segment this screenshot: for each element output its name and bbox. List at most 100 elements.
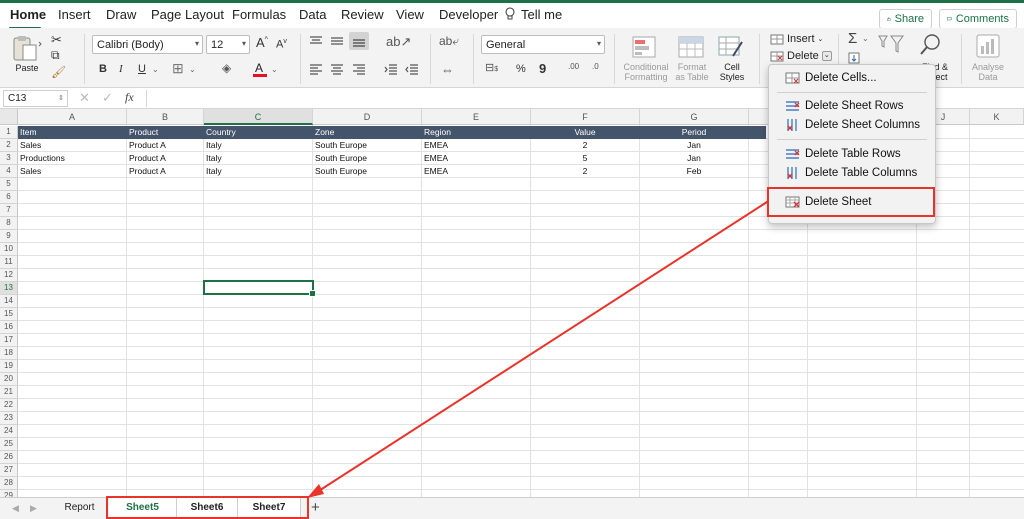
row-header[interactable]: 10	[0, 243, 18, 256]
row-header[interactable]: 7	[0, 204, 18, 217]
row-header[interactable]: 22	[0, 399, 18, 412]
align-center-icon[interactable]	[330, 63, 344, 78]
analyse-icon[interactable]	[976, 34, 1000, 61]
row-header[interactable]: 14	[0, 295, 18, 308]
name-box[interactable]: C13 ⇕	[3, 90, 68, 107]
conditional-formatting-label[interactable]: Conditional Formatting	[620, 62, 672, 82]
table-cell[interactable]: Italy	[204, 139, 312, 152]
align-middle-icon[interactable]	[330, 35, 344, 50]
row-header[interactable]: 9	[0, 230, 18, 243]
outdent-icon[interactable]	[405, 63, 419, 78]
tab-home[interactable]: Home	[10, 7, 46, 22]
row-header[interactable]: 21	[0, 386, 18, 399]
tab-formulas[interactable]: Formulas	[232, 7, 286, 22]
indent-icon[interactable]	[384, 63, 398, 78]
row-header[interactable]: 27	[0, 464, 18, 477]
table-cell[interactable]: EMEA	[422, 165, 530, 178]
menu-item-delete-cells[interactable]: Delete Cells...	[769, 69, 935, 87]
column-header-d[interactable]: D	[313, 109, 422, 125]
table-cell[interactable]: EMEA	[422, 152, 530, 165]
menu-item-delete-table-rows[interactable]: Delete Table Rows	[769, 145, 935, 163]
comma-button[interactable]: 9	[539, 62, 546, 75]
currency-button[interactable]: ⊟$	[485, 63, 498, 74]
column-header-g[interactable]: G	[640, 109, 749, 125]
delete-button[interactable]: Delete ⌄	[770, 50, 832, 62]
row-header[interactable]: 16	[0, 321, 18, 334]
chevron-left-icon[interactable]: ◀	[12, 503, 19, 514]
decrease-decimal-button[interactable]: .0	[592, 63, 599, 71]
sort-filter-icon[interactable]	[877, 34, 905, 59]
header-cell-region[interactable]: Region	[422, 126, 530, 139]
row-header[interactable]: 28	[0, 477, 18, 490]
row-header[interactable]: 19	[0, 360, 18, 373]
table-cell[interactable]: South Europe	[313, 139, 421, 152]
cut-icon[interactable]: ✂	[51, 33, 62, 46]
table-cell[interactable]: South Europe	[313, 165, 421, 178]
comments-button[interactable]: Comments	[939, 9, 1017, 29]
row-header[interactable]: 2	[0, 139, 18, 152]
percent-button[interactable]: %	[516, 64, 526, 75]
menu-item-delete-table-columns[interactable]: Delete Table Columns	[769, 164, 935, 182]
row-header[interactable]: 8	[0, 217, 18, 230]
chevron-down-icon[interactable]: ⌄	[271, 66, 278, 74]
table-cell[interactable]: Productions	[18, 152, 126, 165]
row-header[interactable]: 17	[0, 334, 18, 347]
row-header[interactable]: 13	[0, 282, 18, 295]
share-button[interactable]: Share	[879, 9, 932, 29]
tell-me-search[interactable]: Tell me	[521, 7, 562, 22]
copy-icon[interactable]: ⧉	[51, 49, 60, 61]
wrap-icon[interactable]: ab⤶	[439, 35, 459, 47]
column-header-e[interactable]: E	[422, 109, 531, 125]
number-format-combo[interactable]: General ▾	[481, 35, 605, 54]
sheet-tab-report[interactable]: Report	[52, 498, 108, 518]
column-header-c[interactable]: C	[204, 109, 313, 125]
column-header-k[interactable]: K	[970, 109, 1024, 125]
tab-data[interactable]: Data	[299, 7, 326, 22]
header-cell-value[interactable]: Value	[531, 126, 639, 139]
table-cell[interactable]: Product A	[127, 152, 203, 165]
table-cell[interactable]: 5	[531, 152, 639, 165]
table-cell[interactable]: 2	[531, 139, 639, 152]
row-header[interactable]: 15	[0, 308, 18, 321]
shrink-font-button[interactable]: Av	[276, 38, 287, 51]
table-cell[interactable]: Jan	[640, 152, 748, 165]
header-cell-item[interactable]: Item	[18, 126, 126, 139]
row-header[interactable]: 20	[0, 373, 18, 386]
bold-button[interactable]: B	[99, 64, 107, 75]
row-header[interactable]: 25	[0, 438, 18, 451]
align-right-icon[interactable]	[352, 63, 366, 78]
insert-button[interactable]: Insert ⌄	[770, 33, 823, 45]
header-cell-country[interactable]: Country	[204, 126, 312, 139]
table-cell[interactable]: Italy	[204, 165, 312, 178]
tab-insert[interactable]: Insert	[58, 7, 91, 22]
conditional-formatting-icon[interactable]	[632, 36, 656, 61]
table-cell[interactable]: Sales	[18, 165, 126, 178]
merge-icon[interactable]: ⇔	[441, 63, 454, 76]
chevron-down-icon[interactable]: ⌄	[152, 66, 159, 74]
row-header[interactable]: 3	[0, 152, 18, 165]
table-cell[interactable]: 2	[531, 165, 639, 178]
cell-styles-label[interactable]: Cell Styles	[712, 62, 752, 82]
format-painter-icon[interactable]: 🖌	[51, 66, 66, 78]
chevron-down-icon[interactable]: ⌄	[189, 66, 196, 74]
chevron-down-icon[interactable]: ⌄	[821, 51, 832, 61]
align-left-icon[interactable]	[309, 63, 323, 78]
increase-decimal-button[interactable]: .00	[568, 63, 579, 71]
column-header-b[interactable]: B	[127, 109, 204, 125]
select-all-corner[interactable]	[0, 109, 18, 125]
tab-developer[interactable]: Developer	[439, 7, 498, 22]
tab-draw[interactable]: Draw	[106, 7, 136, 22]
table-cell[interactable]: Product A	[127, 139, 203, 152]
table-cell[interactable]: Feb	[640, 165, 748, 178]
row-header[interactable]: 23	[0, 412, 18, 425]
align-bottom-icon[interactable]	[349, 32, 369, 50]
tab-page-layout[interactable]: Page Layout	[151, 7, 224, 22]
paste-icon[interactable]	[10, 34, 42, 64]
autosum-icon[interactable]: Σ	[848, 31, 857, 46]
header-cell-zone[interactable]: Zone	[313, 126, 421, 139]
align-top-icon[interactable]	[309, 35, 323, 50]
row-header[interactable]: 18	[0, 347, 18, 360]
column-header-f[interactable]: F	[531, 109, 640, 125]
insert-function-button[interactable]: fx	[125, 90, 134, 105]
borders-icon[interactable]: ⊞	[172, 61, 184, 75]
